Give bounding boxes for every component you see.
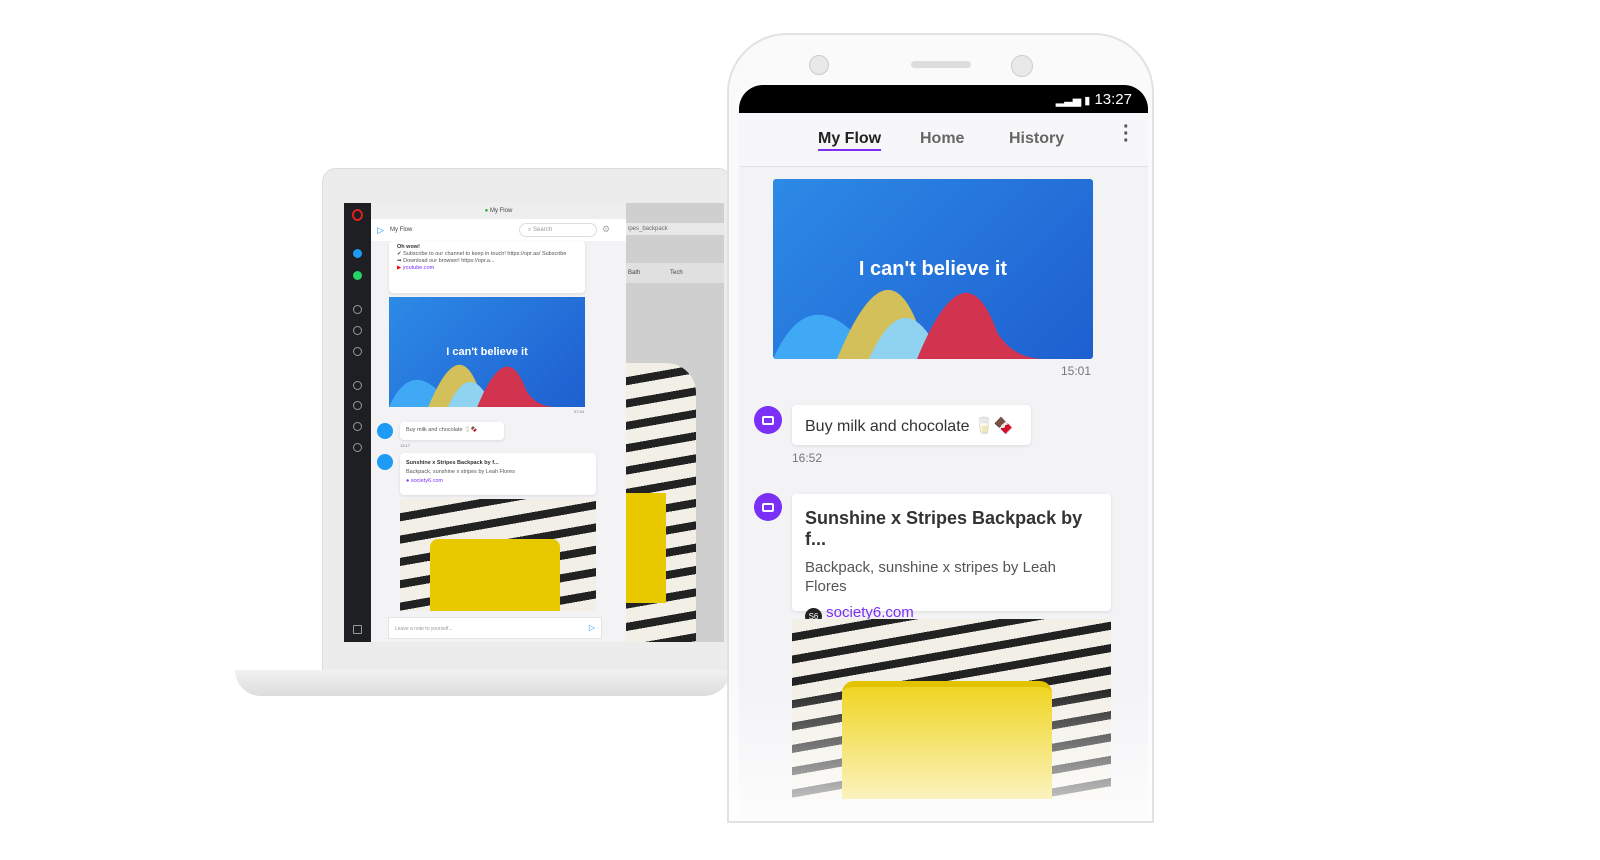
panel-topbar: ● My Flow: [371, 203, 626, 219]
video-message[interactable]: I can't believe it: [773, 179, 1093, 359]
phone: ▂▃▅ ▮ 13:27 My Flow Home History · · · I c…: [727, 33, 1154, 823]
status-bar: ▂▃▅ ▮ 13:27: [739, 85, 1148, 113]
tab-home[interactable]: Home: [920, 130, 964, 148]
timestamp: 16:52: [792, 451, 823, 465]
opera-sidebar: [344, 203, 371, 642]
device-avatar-icon: [754, 406, 782, 434]
background-page: ipes_backpack Bath Tech: [626, 203, 724, 642]
messenger-icon[interactable]: [353, 249, 362, 258]
timestamp: 15:01: [1061, 364, 1092, 378]
timestamp: 13:17: [400, 443, 411, 448]
news-icon[interactable]: [353, 401, 362, 410]
camera-icon[interactable]: [353, 347, 362, 356]
category-bath[interactable]: Bath: [628, 270, 640, 276]
tab-my-flow[interactable]: My Flow: [818, 130, 882, 151]
note-message[interactable]: Buy milk and chocolate 🥛🍫: [400, 422, 504, 440]
search-input[interactable]: ⌕ Search: [519, 223, 597, 237]
url-bar: ipes_backpack: [626, 223, 724, 235]
link-description: Backpack, sunshine x stripes by Leah Flo…: [805, 559, 1056, 595]
youtube-message[interactable]: Oh wow! ✔ Subscribe to our channel to ke…: [389, 241, 585, 293]
laptop-base: [235, 670, 730, 696]
more-menu-icon[interactable]: · · ·: [1123, 117, 1130, 151]
whatsapp-icon[interactable]: [353, 271, 362, 280]
status-time: 13:27: [1094, 91, 1132, 108]
link-title: Sunshine x Stripes Backpack by f...: [805, 508, 1083, 549]
timestamp: 07:44: [574, 409, 585, 414]
sidebar-toggle-icon[interactable]: [353, 625, 362, 634]
laptop-screen: ipes_backpack Bath Tech ● My Flow ▷ My F…: [344, 203, 724, 642]
flow-icon[interactable]: [353, 326, 362, 335]
device-avatar-icon: [377, 454, 393, 470]
flow-panel: ● My Flow ▷ My Flow ⌕ Search ⚙ Oh wow! ✔…: [371, 203, 626, 642]
category-tech[interactable]: Tech: [670, 270, 683, 276]
tab-history[interactable]: History: [1009, 130, 1064, 148]
panel-header: ▷ My Flow ⌕ Search ⚙: [371, 219, 626, 241]
settings-icon[interactable]: ⚙: [602, 224, 610, 235]
send-icon[interactable]: ▷: [589, 623, 595, 632]
flow-logo-icon: ▷: [377, 225, 384, 235]
video-message[interactable]: I can't believe it: [389, 297, 585, 407]
link-message[interactable]: Sunshine x Stripes Backpack by f... Back…: [400, 453, 596, 495]
panel-title: My Flow: [390, 227, 413, 233]
note-message[interactable]: Buy milk and chocolate 🥛🍫: [792, 405, 1031, 445]
opera-logo-icon: [352, 209, 363, 221]
browser-title: My Flow: [489, 208, 513, 214]
link-message[interactable]: Sunshine x Stripes Backpack by f... Back…: [792, 494, 1111, 625]
history-icon[interactable]: [353, 422, 362, 431]
note-input[interactable]: Leave a note to yourself... ▷: [388, 617, 602, 639]
device-avatar-icon: [754, 493, 782, 521]
heart-icon[interactable]: [353, 381, 362, 390]
tab-bar: My Flow Home History · · ·: [739, 113, 1148, 167]
search-icon[interactable]: [353, 305, 362, 314]
download-icon[interactable]: [353, 443, 362, 452]
backpack-image[interactable]: [400, 499, 596, 611]
device-avatar-icon: [377, 423, 393, 439]
